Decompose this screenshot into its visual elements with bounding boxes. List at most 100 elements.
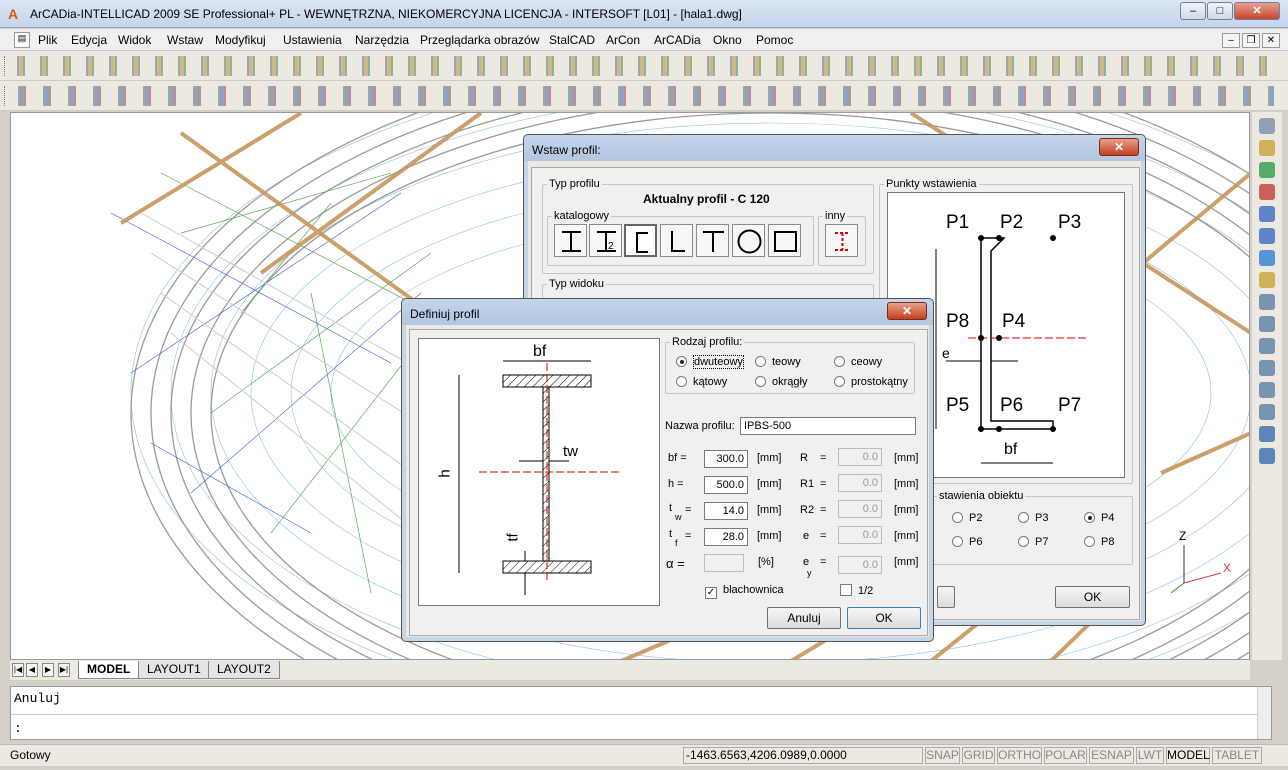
radio-p4[interactable]: P4 (1084, 512, 1114, 524)
minimize-button[interactable]: – (1180, 2, 1206, 20)
menu-okno[interactable]: Okno (713, 33, 742, 47)
radio-p6[interactable]: P6 (952, 536, 982, 548)
i-beam-button[interactable] (554, 224, 587, 257)
tw-param-sub: w (675, 512, 682, 522)
esnap-toggle[interactable]: ESNAP (1089, 747, 1134, 764)
radio-p7[interactable]: P7 (1018, 536, 1048, 548)
table-icon[interactable] (1259, 426, 1275, 442)
ok-button[interactable]: OK (1055, 586, 1130, 608)
radio-p8[interactable]: P8 (1084, 536, 1114, 548)
mdi-restore-button[interactable]: ❐ (1242, 33, 1260, 48)
round-button[interactable] (732, 224, 765, 257)
toolbar-buttons[interactable] (14, 86, 1274, 106)
pan-icon[interactable] (1259, 228, 1275, 244)
view-front-icon[interactable] (1259, 316, 1275, 332)
menu-ustawienia[interactable]: Ustawienia (283, 33, 342, 47)
maximize-button[interactable]: □ (1207, 2, 1233, 20)
model-toggle[interactable]: MODEL (1166, 747, 1210, 764)
first-tab-button[interactable]: |◀ (12, 663, 24, 677)
command-window[interactable]: Anuluj : (10, 686, 1272, 740)
zoom-out-icon[interactable] (1259, 184, 1275, 200)
channel-button[interactable] (624, 224, 657, 257)
blachownica-checkbox[interactable]: ✓ blachownica (705, 584, 784, 599)
view-icon[interactable] (1259, 294, 1275, 310)
mdi-close-button[interactable]: ✕ (1262, 33, 1280, 48)
rectangle-button[interactable] (768, 224, 801, 257)
bf-input[interactable]: 300.0 (704, 450, 748, 468)
view-iso-icon[interactable] (1259, 382, 1275, 398)
tab-layout1[interactable]: LAYOUT1 (138, 661, 210, 679)
close-button[interactable]: ✕ (1099, 138, 1139, 156)
ruler-icon[interactable] (1259, 272, 1275, 288)
r2-input[interactable]: 0.0 (838, 500, 882, 518)
menu-przegladarka[interactable]: Przeglądarka obrazów (420, 33, 539, 47)
snap-toggle[interactable]: SNAP (925, 747, 960, 764)
polar-toggle[interactable]: POLAR (1044, 747, 1087, 764)
alpha-param-label: α = (666, 556, 685, 571)
redraw-icon[interactable] (1259, 250, 1275, 266)
close-button[interactable]: ✕ (1234, 2, 1280, 20)
tab-layout2[interactable]: LAYOUT2 (208, 661, 280, 679)
custom-profile-button[interactable] (825, 224, 858, 257)
r1-input[interactable]: 0.0 (838, 474, 882, 492)
radio-p3[interactable]: P3 (1018, 512, 1048, 524)
menu-pomoc[interactable]: Pomoc (756, 33, 793, 47)
tw-input[interactable]: 14.0 (704, 502, 748, 520)
tee-button[interactable] (696, 224, 729, 257)
radio-prostokatny[interactable]: prostokątny (834, 376, 908, 388)
r-input[interactable]: 0.0 (838, 448, 882, 466)
toolbar-buttons[interactable] (14, 56, 1274, 76)
next-tab-button[interactable]: ▶ (42, 663, 54, 677)
zoom-window-icon[interactable] (1259, 206, 1275, 222)
menu-arcon[interactable]: ArCon (606, 33, 640, 47)
radio-p2[interactable]: P2 (952, 512, 982, 524)
menu-edycja[interactable]: Edycja (71, 33, 107, 47)
menu-modyfikuj[interactable]: Modyfikuj (215, 33, 266, 47)
view-top-icon[interactable] (1259, 338, 1275, 354)
ok-button[interactable]: OK (847, 607, 921, 629)
radio-teowy[interactable]: teowy (755, 356, 801, 368)
angle-button[interactable] (660, 224, 693, 257)
nazwa-input[interactable]: IPBS-500 (740, 417, 916, 435)
document-icon[interactable]: ▤ (14, 32, 30, 48)
menu-narzedzia[interactable]: Narzędzia (355, 33, 409, 47)
radio-okragly[interactable]: okrągły (755, 376, 807, 388)
half-checkbox[interactable]: 1/2 (840, 584, 873, 597)
close-button[interactable]: ✕ (887, 302, 927, 320)
alpha-select[interactable] (704, 554, 744, 572)
radio-dwuteowy[interactable]: dwuteowy (676, 355, 744, 369)
view-back-icon[interactable] (1259, 404, 1275, 420)
half-i-beam-button[interactable]: 2 (589, 224, 622, 257)
e-input[interactable]: 0.0 (838, 526, 882, 544)
tf-input[interactable]: 28.0 (704, 528, 748, 546)
grid-toggle[interactable]: GRID (962, 747, 995, 764)
mdi-minimize-button[interactable]: – (1222, 33, 1240, 48)
ortho-toggle[interactable]: ORTHO (997, 747, 1042, 764)
tool-icon[interactable] (1259, 118, 1275, 134)
cancel-button[interactable]: Anuluj (767, 607, 841, 629)
radio-ceowy[interactable]: ceowy (834, 356, 882, 368)
hidden-button[interactable] (937, 586, 955, 608)
menu-plik[interactable]: Plik (38, 33, 57, 47)
nazwa-label: Nazwa profilu: (665, 420, 735, 432)
view-side-icon[interactable] (1259, 360, 1275, 376)
menu-stalcad[interactable]: StalCAD (549, 33, 595, 47)
menu-wstaw[interactable]: Wstaw (167, 33, 203, 47)
pencil-icon[interactable] (1259, 140, 1275, 156)
h-input[interactable]: 500.0 (704, 476, 748, 494)
lwt-toggle[interactable]: LWT (1136, 747, 1164, 764)
menu-widok[interactable]: Widok (118, 33, 151, 47)
tab-model[interactable]: MODEL (78, 661, 140, 679)
command-scrollbar[interactable] (1257, 687, 1271, 739)
grid-icon[interactable] (1259, 448, 1275, 464)
tablet-toggle[interactable]: TABLET (1212, 747, 1262, 764)
zoom-in-icon[interactable] (1259, 162, 1275, 178)
toolbar-grip[interactable] (4, 86, 7, 106)
command-prompt[interactable]: : (14, 721, 22, 736)
prev-tab-button[interactable]: ◀ (26, 663, 38, 677)
ey-input[interactable]: 0.0 (838, 556, 882, 574)
menu-arcadia[interactable]: ArCADia (654, 33, 701, 47)
radio-katowy[interactable]: kątowy (676, 376, 727, 388)
last-tab-button[interactable]: ▶| (58, 663, 70, 677)
toolbar-grip[interactable] (4, 56, 7, 76)
